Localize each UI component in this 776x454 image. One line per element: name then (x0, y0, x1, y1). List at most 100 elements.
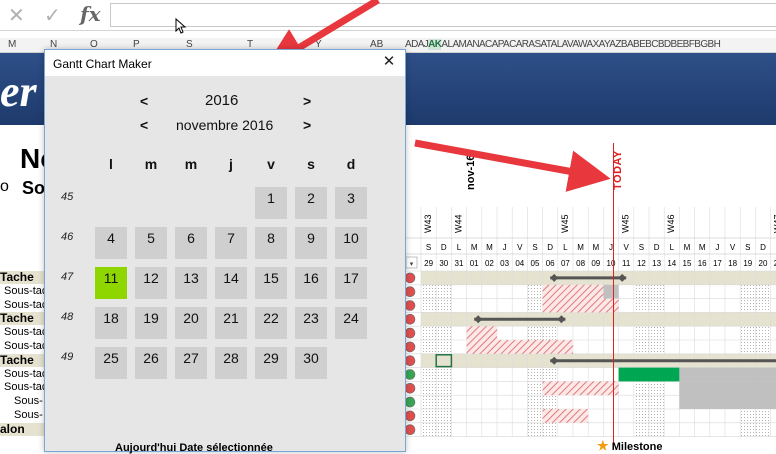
calendar-day[interactable]: 2 (295, 187, 327, 219)
insert-function-icon[interactable]: fx (80, 2, 101, 26)
calendar-day[interactable]: 29 (255, 347, 287, 379)
day-number: 10 (607, 259, 616, 268)
calendar-day[interactable]: 20 (175, 307, 207, 339)
weekday-label: j (215, 156, 247, 172)
calendar-day[interactable]: 1 (255, 187, 287, 219)
calendar-day[interactable]: 13 (175, 267, 207, 299)
task-label[interactable]: Tache (0, 312, 48, 325)
calendar-day[interactable]: 4 (95, 227, 127, 259)
calendar-day[interactable]: 23 (295, 307, 327, 339)
day-letter: V (517, 243, 523, 252)
enter-icon[interactable]: ✓ (44, 3, 61, 28)
subtask-label[interactable]: Sous- (14, 395, 43, 408)
day-number: 19 (743, 259, 752, 268)
day-letter: V (730, 243, 736, 252)
subtask-bar (543, 299, 619, 313)
calendar-day-selected[interactable]: 11 (95, 267, 127, 299)
day-letter: D (654, 243, 660, 252)
calendar-day[interactable]: 15 (255, 267, 287, 299)
day-number: 03 (500, 259, 509, 268)
day-letter: S (639, 243, 644, 252)
day-letter: L (670, 243, 675, 252)
cancel-icon[interactable]: ✕ (8, 3, 25, 28)
weekday-label: d (335, 156, 367, 172)
task-label[interactable]: Tache (0, 271, 48, 284)
calendar-day[interactable]: 25 (95, 347, 127, 379)
calendar-day[interactable]: 30 (295, 347, 327, 379)
day-number: 02 (485, 259, 494, 268)
month-label: novembre 2016 (176, 117, 273, 133)
week-label: W45 (560, 214, 570, 233)
calendar-day[interactable]: 8 (255, 227, 287, 259)
milestone-label: Milestone (612, 441, 663, 453)
day-letter: J (715, 243, 719, 252)
subtask-label[interactable]: Sous-tac (4, 326, 47, 339)
year-label: 2016 (205, 92, 238, 109)
weekday-label: l (95, 156, 127, 172)
subtask-label[interactable]: Sous-tac (4, 368, 47, 381)
week-number: 46 (61, 231, 73, 243)
task-label[interactable]: alon (0, 423, 48, 436)
calendar-day[interactable]: 22 (255, 307, 287, 339)
calendar-day[interactable]: 5 (135, 227, 167, 259)
week-label: W45 (621, 214, 631, 233)
dialog-titlebar[interactable]: Gantt Chart Maker ✕ (45, 50, 405, 76)
day-number: 06 (546, 259, 555, 268)
status-icon (405, 328, 415, 338)
next-year-button[interactable]: > (303, 93, 311, 109)
selected-column-header[interactable]: AK (428, 39, 441, 50)
calendar-day[interactable]: 27 (175, 347, 207, 379)
calendar-day[interactable]: 17 (335, 267, 367, 299)
calendar-day[interactable]: 10 (335, 227, 367, 259)
subtask-label[interactable]: Sous-tac (4, 285, 47, 298)
calendar-day[interactable]: 9 (295, 227, 327, 259)
calendar-day[interactable]: 26 (135, 347, 167, 379)
week-label: W46 (666, 214, 676, 233)
week-label: W47 (773, 214, 776, 233)
subtask-label[interactable]: Sous-tac (4, 299, 47, 312)
subtask-label[interactable]: Sous- (14, 409, 43, 422)
status-icon (405, 383, 415, 393)
weekday-label: m (135, 156, 167, 172)
subtask-bar (543, 285, 604, 299)
calendar-day[interactable]: 21 (215, 307, 247, 339)
calendar-day[interactable]: 28 (215, 347, 247, 379)
calendar-day[interactable]: 16 (295, 267, 327, 299)
day-letter: D (547, 243, 553, 252)
calendar-day[interactable]: 12 (135, 267, 167, 299)
prev-month-button[interactable]: < (140, 117, 148, 133)
subtask-bar (543, 381, 619, 395)
dialog-footer-text: Aujourd'hui Date sélectionnée (115, 442, 273, 454)
subtask-bar (467, 326, 497, 340)
formula-input[interactable] (110, 3, 776, 27)
close-icon[interactable]: ✕ (379, 52, 399, 72)
subtask-remaining (603, 285, 618, 299)
column-header[interactable]: M (8, 39, 16, 50)
subtask-bar (467, 340, 573, 354)
subtask-label[interactable]: Sous-tac (4, 340, 47, 353)
column-headers-strip[interactable]: ADAJAKALAMANACAPACARASATALAVAWAXAYAZBABE… (405, 39, 720, 50)
calendar-day[interactable]: 18 (95, 307, 127, 339)
task-label[interactable]: Tache (0, 354, 48, 367)
calendar-day[interactable]: 19 (135, 307, 167, 339)
status-icon (405, 314, 415, 324)
calendar-day[interactable]: 6 (175, 227, 207, 259)
week-label: W44 (453, 214, 463, 233)
day-letter: V (624, 243, 630, 252)
prev-year-button[interactable]: < (140, 93, 148, 109)
day-number: 07 (561, 259, 570, 268)
calendar-day[interactable]: 14 (215, 267, 247, 299)
day-number: 14 (667, 259, 676, 268)
weekday-label: s (295, 156, 327, 172)
day-number: 05 (531, 259, 540, 268)
day-letter: M (699, 243, 706, 252)
subtask-label[interactable]: Sous-tac (4, 381, 47, 394)
next-month-button[interactable]: > (303, 117, 311, 133)
status-icon (405, 301, 415, 311)
subtask-bar (543, 409, 589, 423)
calendar-day[interactable]: 3 (335, 187, 367, 219)
week-number: 45 (61, 191, 73, 203)
calendar-day[interactable]: 24 (335, 307, 367, 339)
day-number: 20 (759, 259, 768, 268)
calendar-day[interactable]: 7 (215, 227, 247, 259)
